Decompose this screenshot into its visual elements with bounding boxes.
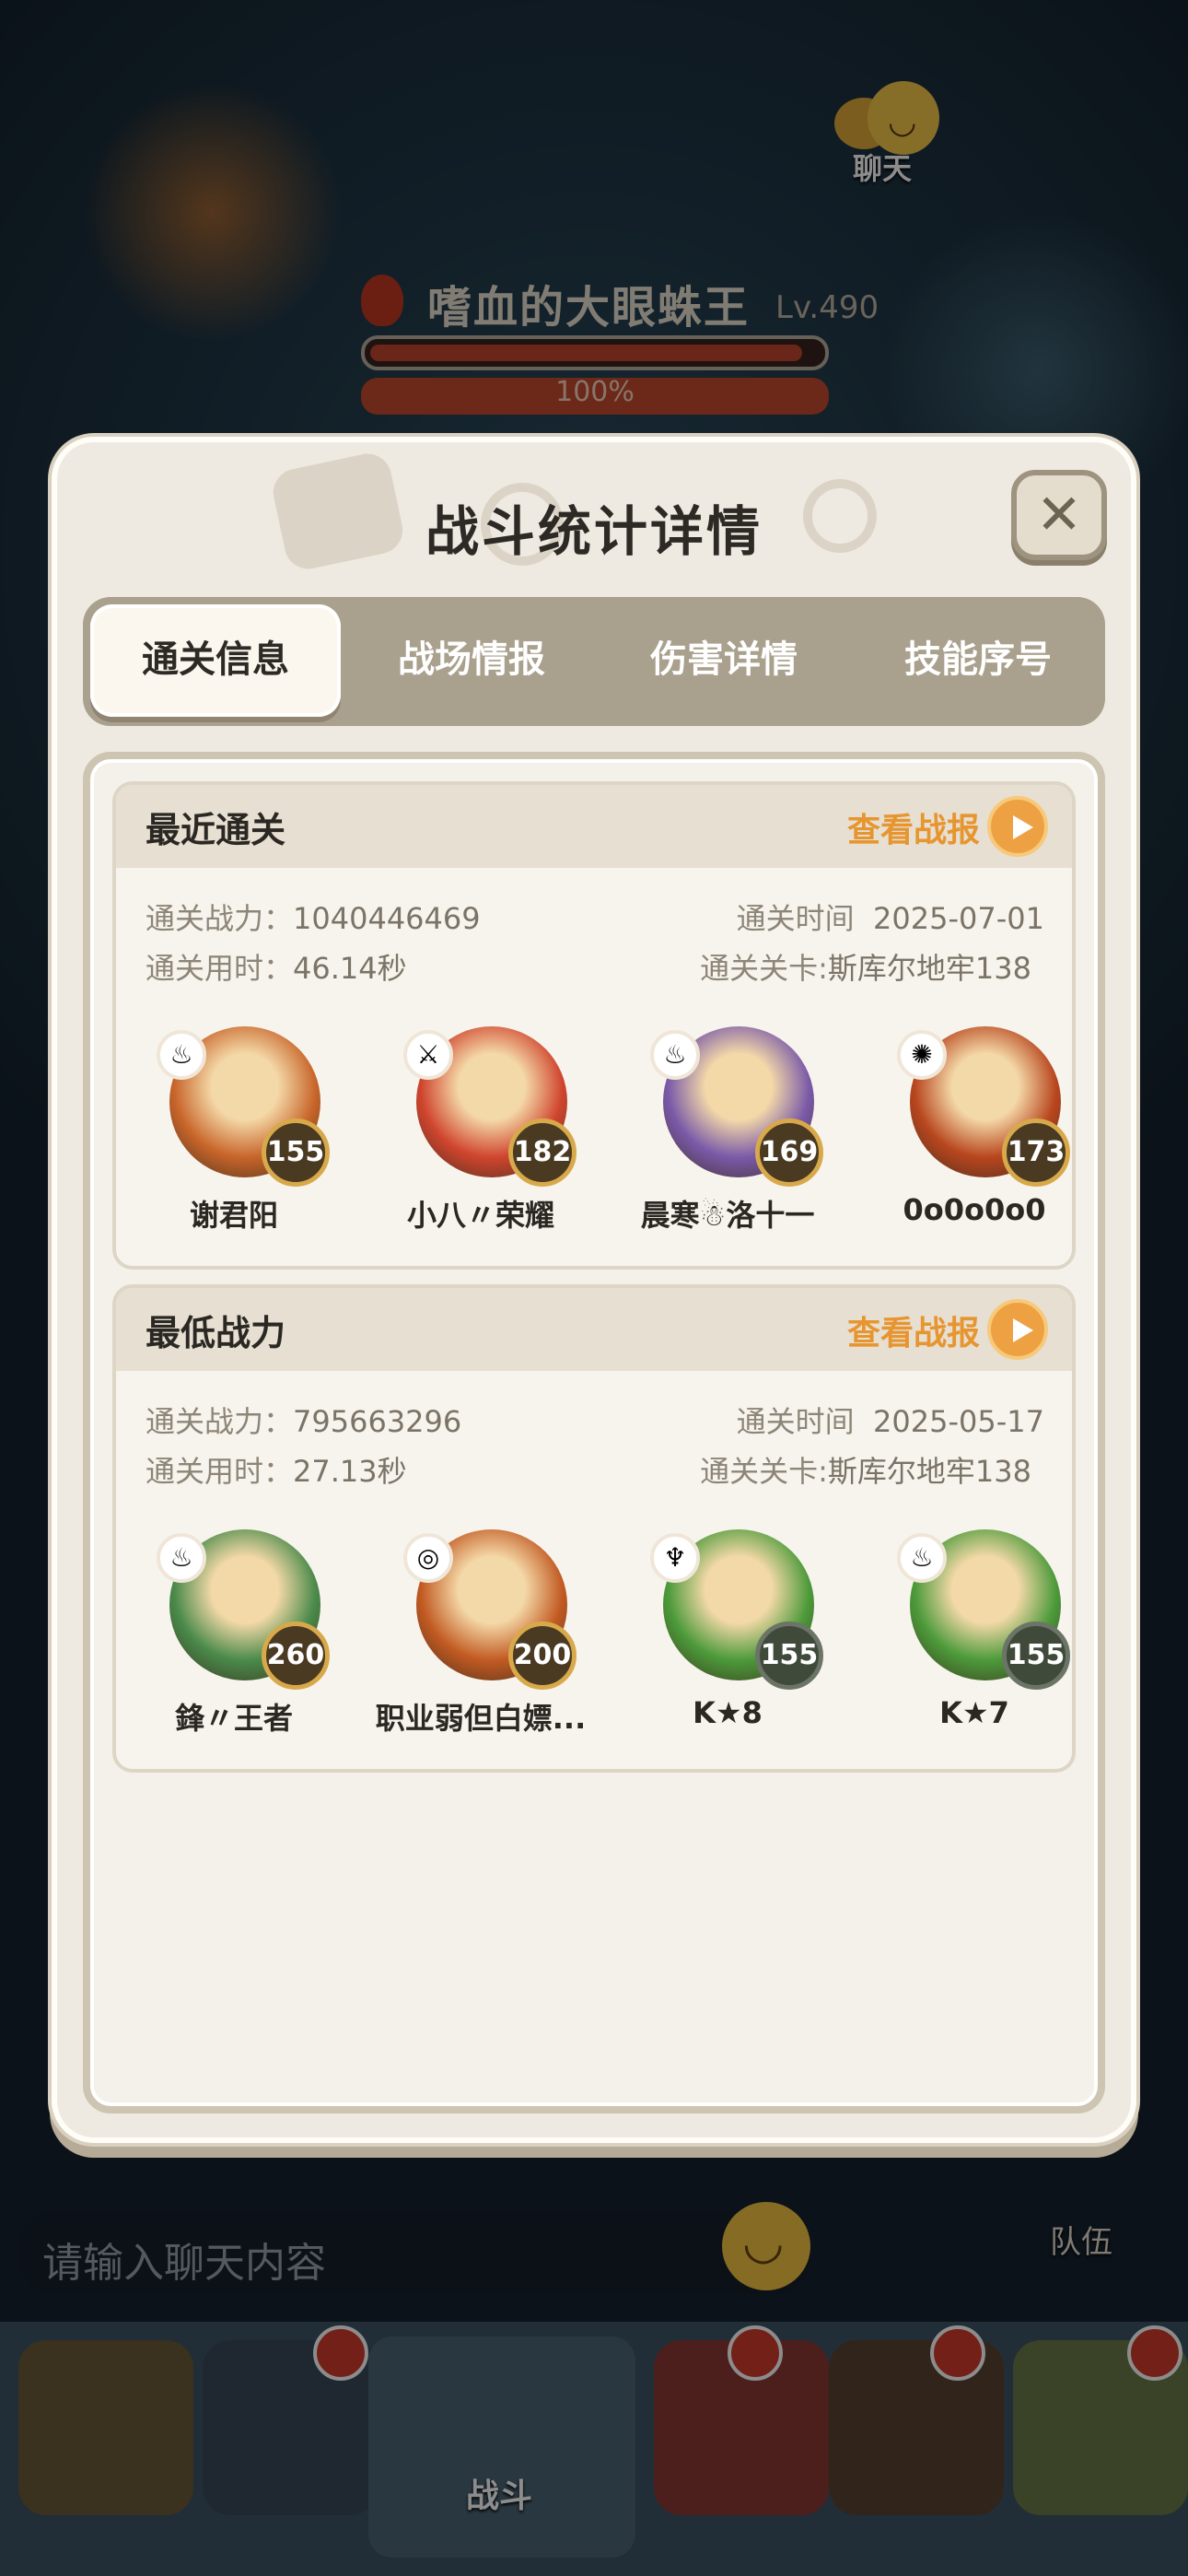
level-badge: 155 [262,1118,330,1187]
clear-stage-value: 斯库尔地牢138 [827,951,1031,986]
clear-time: 通关时间 2025-05-17 [737,1399,1044,1441]
clear-stage: 通关关卡:斯库尔地牢138 [700,945,1031,988]
level-badge: 155 [755,1622,823,1690]
clear-stage-value: 斯库尔地牢138 [827,1454,1031,1489]
clear-power-value: 1040446469 [293,901,481,936]
view-report-link[interactable]: 查看战报 [847,803,980,851]
level-badge: 173 [1002,1118,1070,1187]
hero-name: 鋒〃王者 [174,1701,293,1736]
clear-power: 通关战力：1040446469 [146,896,481,938]
clear-duration: 通关用时：27.13秒 [146,1448,407,1491]
tab-damage-details[interactable]: 伤害详情 [599,604,849,717]
recent-clear-card: 最近通关 查看战报 通关战力：1040446469 通关时间 2025-07-0… [112,781,1076,1270]
clear-duration-label: 通关用时： [146,951,294,986]
hero-name: 职业弱但白嫖... [375,1701,587,1736]
hero-slot[interactable]: ◎ 200 职业弱但白嫖... [370,1529,591,1741]
hero-slot[interactable]: ✺ 173 0o0o0o0 [864,1026,1072,1238]
clear-time-value: 2025-05-17 [873,1404,1044,1439]
hero-slot[interactable]: ♨ 169 晨寒☃洛十一 [617,1026,838,1238]
hero-slot[interactable]: ♆ 155 K★8 [617,1529,838,1741]
clear-stage-label: 通关关卡: [700,951,828,986]
view-report-link[interactable]: 查看战报 [847,1306,980,1354]
clear-stage: 通关关卡:斯库尔地牢138 [700,1448,1031,1491]
element-icon: ♨ [157,1533,206,1583]
element-icon: ♆ [650,1533,700,1583]
hero-name: 0o0o0o0 [903,1192,1046,1227]
lowest-power-card: 最低战力 查看战报 通关战力：795663296 通关时间 2025-05-17… [112,1284,1076,1773]
level-badge: 169 [755,1118,823,1187]
element-icon: ✺ [897,1030,947,1080]
level-badge: 260 [262,1622,330,1690]
hero-slot[interactable]: ⚔ 182 小八〃荣耀 [370,1026,591,1238]
hero-slot[interactable]: ♨ 155 K★7 [864,1529,1072,1741]
hero-name: 谢君阳 [189,1198,278,1233]
clear-power-label: 通关战力： [146,901,294,936]
hero-name: K★7 [939,1695,1009,1730]
hero-name: 晨寒☃洛十一 [640,1198,815,1233]
element-icon: ⚔ [403,1030,453,1080]
hero-slot[interactable]: ♨ 155 谢君阳 [123,1026,344,1238]
level-badge: 155 [1002,1622,1070,1690]
element-icon: ♨ [157,1030,206,1080]
clear-duration-label: 通关用时： [146,1454,294,1489]
clear-time-label: 通关时间 [736,901,855,936]
card-title: 最低战力 [146,1313,286,1353]
clear-duration-value: 46.14秒 [293,951,407,986]
tab-clear-info[interactable]: 通关信息 [90,604,341,717]
content-panel: 最近通关 查看战报 通关战力：1040446469 通关时间 2025-07-0… [83,752,1105,2113]
tab-battlefield-intel[interactable]: 战场情报 [346,604,597,717]
clear-power-label: 通关战力： [146,1404,294,1439]
play-icon[interactable] [987,796,1048,857]
element-icon: ♨ [897,1533,947,1583]
tab-skill-order[interactable]: 技能序号 [853,604,1103,717]
clear-power: 通关战力：795663296 [146,1399,461,1441]
clear-time: 通关时间 2025-07-01 [737,896,1044,938]
clear-duration-value: 27.13秒 [293,1454,407,1489]
tab-bar: 通关信息 战场情报 伤害详情 技能序号 [83,597,1105,726]
clear-time-label: 通关时间 [736,1404,855,1439]
hero-slot[interactable]: ♨ 260 鋒〃王者 [123,1529,344,1741]
level-badge: 182 [508,1118,577,1187]
clear-duration: 通关用时：46.14秒 [146,945,407,988]
clear-time-value: 2025-07-01 [873,901,1044,936]
card-title: 最近通关 [146,810,286,850]
play-icon[interactable] [987,1299,1048,1360]
battle-stats-modal: 战斗统计详情 ✕ 通关信息 战场情报 伤害详情 技能序号 最近通关 查看战报 通… [52,437,1136,2143]
card-header: 最低战力 查看战报 [116,1288,1072,1371]
element-icon: ◎ [403,1533,453,1583]
hero-name: 小八〃荣耀 [406,1198,554,1233]
card-header: 最近通关 查看战报 [116,785,1072,868]
element-icon: ♨ [650,1030,700,1080]
clear-power-value: 795663296 [293,1404,462,1439]
modal-title: 战斗统计详情 [425,500,763,563]
close-icon: ✕ [1035,483,1083,547]
level-badge: 200 [508,1622,577,1690]
clear-stage-label: 通关关卡: [700,1454,828,1489]
hero-name: K★8 [693,1695,763,1730]
close-button[interactable]: ✕ [1011,470,1107,560]
